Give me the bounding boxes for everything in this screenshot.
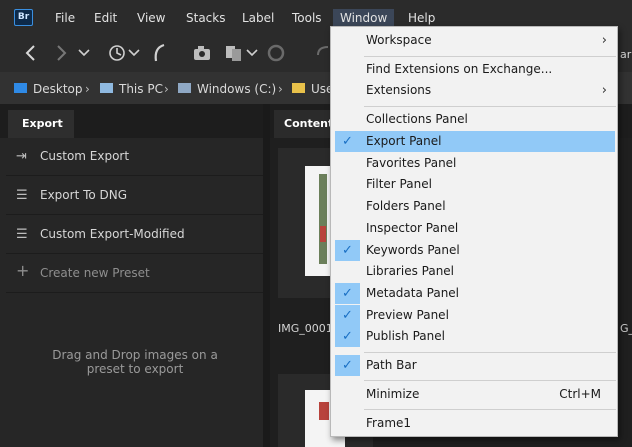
chevron-down-icon[interactable] <box>78 48 90 58</box>
thumbnail-label-partial: G_ <box>620 322 632 335</box>
refine-icon[interactable] <box>224 44 246 62</box>
menu-item-label: Find Extensions on Exchange... <box>366 62 553 76</box>
menu-separator <box>364 352 616 353</box>
menu-edit[interactable]: Edit <box>87 9 124 27</box>
preset-label: Custom Export <box>40 149 130 163</box>
boomerang-icon[interactable] <box>150 42 168 64</box>
menu-label[interactable]: Label <box>235 9 281 27</box>
menu-item-minimize[interactable]: Minimize Ctrl+M <box>335 384 615 405</box>
menu-tools[interactable]: Tools <box>285 9 329 27</box>
menu-item-label: Preview Panel <box>366 308 449 322</box>
recent-history-icon[interactable] <box>106 42 128 64</box>
refine-chevron-icon[interactable] <box>246 48 258 58</box>
menu-separator <box>364 409 616 410</box>
preset-custom-export-modified[interactable]: ☰ Custom Export-Modified <box>6 216 263 254</box>
breadcrumb-separator: › <box>278 82 283 96</box>
menu-item-label: Inspector Panel <box>366 221 459 235</box>
camera-download-icon[interactable] <box>192 44 214 62</box>
menu-item-label: Collections Panel <box>366 112 468 126</box>
menu-item-label: Extensions <box>366 83 432 97</box>
menu-item-publish-panel[interactable]: ✓ Publish Panel <box>335 326 615 347</box>
check-icon: ✓ <box>335 305 360 326</box>
menu-item-label: Favorites Panel <box>366 156 457 170</box>
partial-toolbar-text: ari <box>620 48 632 61</box>
menu-item-label: Export Panel <box>366 134 442 148</box>
menu-item-label: Keywords Panel <box>366 243 460 257</box>
menu-file[interactable]: File <box>48 9 82 27</box>
breadcrumb-separator: › <box>164 82 169 96</box>
menu-item-filter-panel[interactable]: Filter Panel <box>335 174 615 195</box>
submenu-arrow-icon: › <box>601 83 607 98</box>
export-icon: ⇥ <box>16 149 27 164</box>
menu-window[interactable]: Window <box>333 9 395 27</box>
preset-label: Custom Export-Modified <box>40 227 185 241</box>
menu-separator <box>364 106 616 107</box>
list-icon: ☰ <box>16 188 28 203</box>
check-icon: ✓ <box>335 355 360 376</box>
menu-item-keywords-panel[interactable]: ✓ Keywords Panel <box>335 240 615 261</box>
menu-item-favorites-panel[interactable]: Favorites Panel <box>335 153 615 174</box>
menu-item-label: Frame1 <box>366 416 412 430</box>
drive-icon <box>178 83 191 93</box>
check-icon: ✓ <box>335 240 360 261</box>
menu-item-metadata-panel[interactable]: ✓ Metadata Panel <box>335 283 615 304</box>
preset-export-to-dng[interactable]: ☰ Export To DNG <box>6 177 263 215</box>
menu-help[interactable]: Help <box>401 9 442 27</box>
menu-stacks[interactable]: Stacks <box>179 9 232 27</box>
list-icon: ☰ <box>16 227 28 242</box>
history-chevron-icon[interactable] <box>128 48 140 58</box>
forward-icon[interactable] <box>54 44 68 62</box>
submenu-arrow-icon: › <box>601 33 607 48</box>
menu-item-label: Path Bar <box>366 358 417 372</box>
preset-custom-export[interactable]: ⇥ Custom Export <box>6 138 263 176</box>
menu-item-export-panel[interactable]: ✓ Export Panel <box>335 131 615 152</box>
menu-view[interactable]: View <box>130 9 172 27</box>
create-preset-button[interactable]: + Create new Preset <box>6 255 263 293</box>
menu-item-label: Filter Panel <box>366 177 432 191</box>
menu-item-label: Publish Panel <box>366 329 445 343</box>
this-pc-icon <box>100 83 113 93</box>
plus-icon: + <box>16 261 30 280</box>
desktop-icon <box>14 83 27 93</box>
folder-icon <box>292 83 305 93</box>
menu-item-collections-panel[interactable]: Collections Panel <box>335 109 615 130</box>
menu-item-find-extensions[interactable]: Find Extensions on Exchange... <box>335 59 615 80</box>
menu-item-label: Libraries Panel <box>366 264 455 278</box>
menu-item-label: Minimize <box>366 387 420 401</box>
back-icon[interactable] <box>24 44 38 62</box>
breadcrumb-this-pc[interactable]: This PC <box>119 81 163 97</box>
thumbnail-label: IMG_0001 <box>278 322 333 335</box>
export-panel: Export ⇥ Custom Export ☰ Export To DNG ☰… <box>0 104 263 447</box>
breadcrumb-separator: › <box>85 82 90 96</box>
menu-separator <box>364 380 616 381</box>
panel-divider[interactable] <box>263 104 270 447</box>
menu-item-label: Folders Panel <box>366 199 446 213</box>
menu-item-path-bar[interactable]: ✓ Path Bar <box>335 355 615 376</box>
menu-item-label: Workspace <box>366 33 432 47</box>
menu-item-inspector-panel[interactable]: Inspector Panel <box>335 218 615 239</box>
drop-hint: Drag and Drop images on a preset to expo… <box>52 348 218 376</box>
rotate-disabled-icon[interactable] <box>266 43 286 63</box>
check-icon: ✓ <box>335 283 360 304</box>
tab-export[interactable]: Export <box>8 110 74 138</box>
preset-label: Export To DNG <box>40 188 128 202</box>
create-preset-label: Create new Preset <box>40 266 150 280</box>
menu-item-preview-panel[interactable]: ✓ Preview Panel <box>335 305 615 326</box>
menu-item-workspace[interactable]: Workspace › <box>335 30 615 51</box>
window-menu: Workspace › Find Extensions on Exchange.… <box>330 26 618 437</box>
breadcrumb-drive[interactable]: Windows (C:) <box>197 81 276 97</box>
menu-item-shortcut: Ctrl+M <box>559 387 601 401</box>
menu-item-libraries-panel[interactable]: Libraries Panel <box>335 261 615 282</box>
breadcrumb-desktop[interactable]: Desktop <box>33 81 83 97</box>
menu-item-folders-panel[interactable]: Folders Panel <box>335 196 615 217</box>
menu-item-frame1[interactable]: Frame1 <box>335 413 615 434</box>
app-logo: Br <box>14 9 33 26</box>
check-icon: ✓ <box>335 131 360 152</box>
menu-separator <box>364 56 616 57</box>
check-icon: ✓ <box>335 326 360 347</box>
menu-item-label: Metadata Panel <box>366 286 460 300</box>
menu-item-extensions[interactable]: Extensions › <box>335 80 615 101</box>
